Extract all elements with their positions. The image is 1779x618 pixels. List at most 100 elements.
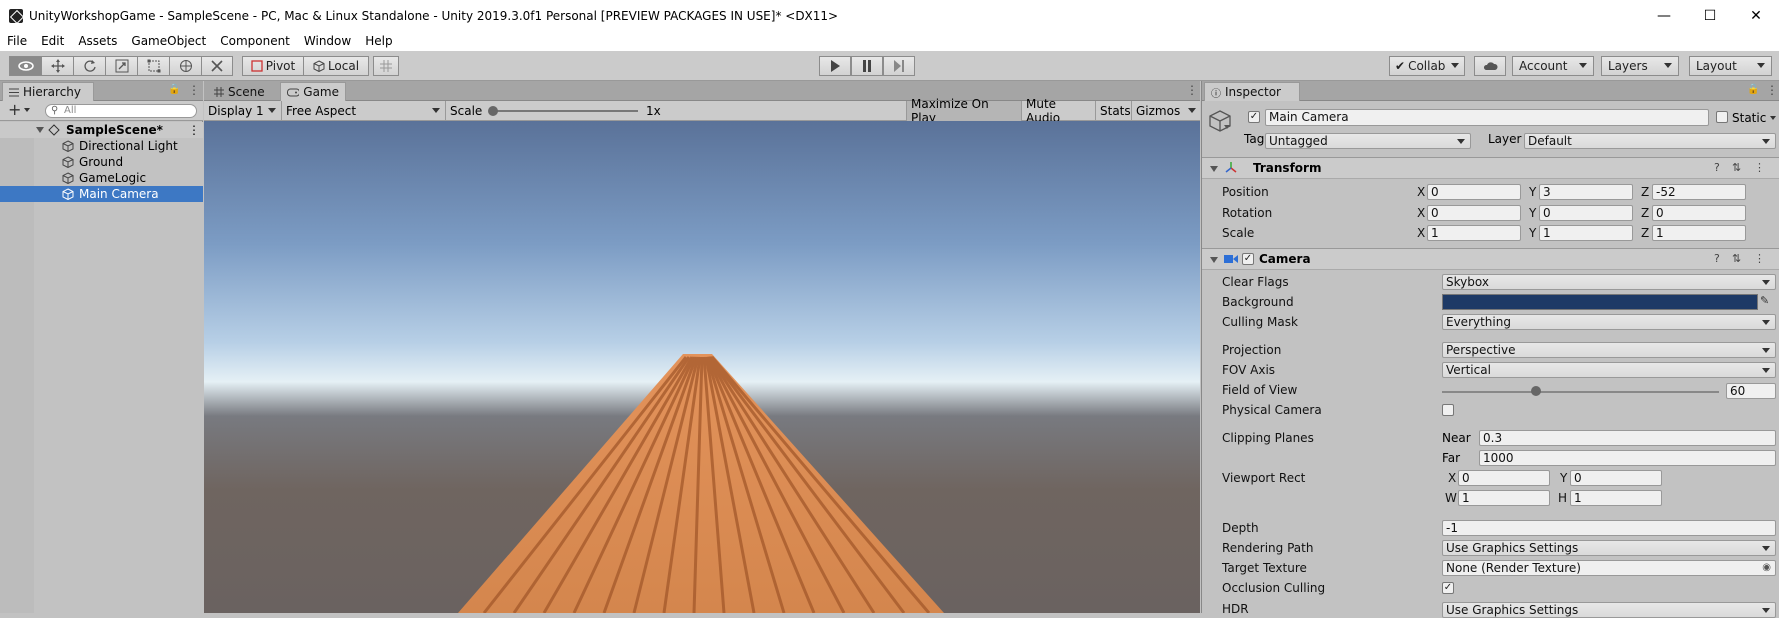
inspector-lock-icon[interactable]: 🔒 — [1747, 84, 1759, 95]
projection-dropdown[interactable]: Perspective — [1442, 342, 1776, 358]
fov-field[interactable]: 60 — [1726, 383, 1776, 399]
aspect-dropdown[interactable]: Free Aspect — [282, 101, 446, 121]
hdr-dropdown[interactable]: Use Graphics Settings — [1442, 602, 1776, 618]
camera-foldout-icon[interactable] — [1210, 257, 1218, 263]
close-button[interactable]: ✕ — [1733, 0, 1779, 31]
layout-dropdown[interactable]: Layout — [1689, 56, 1772, 76]
depth-field[interactable]: -1 — [1442, 520, 1776, 536]
far-field[interactable]: 1000 — [1479, 450, 1776, 466]
transform-tool-button[interactable] — [169, 56, 201, 76]
object-picker-icon[interactable]: ◉ — [1762, 561, 1771, 575]
presets-icon[interactable]: ⇅ — [1732, 252, 1741, 265]
menu-component[interactable]: Component — [213, 34, 297, 48]
cloud-button[interactable] — [1474, 56, 1506, 76]
play-button[interactable] — [819, 56, 851, 76]
move-tool-button[interactable] — [41, 56, 73, 76]
layer-dropdown[interactable]: Default — [1524, 133, 1776, 149]
eyedropper-icon[interactable]: ✎ — [1760, 294, 1769, 307]
scale-tool-button[interactable] — [105, 56, 137, 76]
target-texture-field[interactable]: None (Render Texture) ◉ — [1442, 560, 1776, 576]
gizmos-dropdown[interactable]: Gizmos — [1131, 101, 1200, 121]
viewport-h-field[interactable]: 1 — [1570, 490, 1662, 506]
near-field[interactable]: 0.3 — [1479, 430, 1776, 446]
rotation-x-field[interactable]: 0 — [1427, 205, 1521, 221]
mute-audio-toggle[interactable]: Mute Audio — [1021, 97, 1095, 125]
minimize-button[interactable]: — — [1641, 0, 1687, 31]
position-y-field[interactable]: 3 — [1539, 184, 1633, 200]
pause-button[interactable] — [851, 56, 883, 76]
custom-tool-button[interactable] — [201, 56, 233, 76]
position-z-field[interactable]: -52 — [1652, 184, 1746, 200]
menu-assets[interactable]: Assets — [71, 34, 124, 48]
menu-gameobject[interactable]: GameObject — [124, 34, 213, 48]
help-icon[interactable]: ? — [1714, 252, 1720, 265]
rotation-z-field[interactable]: 0 — [1652, 205, 1746, 221]
tab-game[interactable]: Game — [280, 82, 346, 101]
layers-dropdown[interactable]: Layers — [1601, 56, 1679, 76]
scale-slider-track[interactable] — [490, 110, 638, 112]
inspector-menu-icon[interactable]: ⋮ — [1766, 83, 1778, 97]
scale-slider-thumb[interactable] — [488, 106, 498, 116]
fov-axis-dropdown[interactable]: Vertical — [1442, 362, 1776, 378]
fov-slider-track[interactable] — [1442, 391, 1719, 393]
component-menu-icon[interactable]: ⋮ — [1754, 161, 1765, 174]
view-tool-button[interactable] — [9, 56, 41, 76]
account-dropdown[interactable]: Account — [1512, 56, 1594, 76]
transform-header[interactable]: Transform ? ⇅ ⋮ — [1202, 157, 1779, 179]
static-checkbox[interactable] — [1716, 111, 1728, 123]
object-name-field[interactable]: Main Camera — [1265, 109, 1709, 126]
maximize-button[interactable]: ☐ — [1687, 0, 1733, 31]
viewport-y-field[interactable]: 0 — [1570, 470, 1662, 486]
active-checkbox[interactable]: ✓ — [1248, 111, 1260, 123]
local-toggle[interactable]: Local — [303, 56, 369, 76]
scale-z-field[interactable]: 1 — [1652, 225, 1746, 241]
scene-menu-icon[interactable]: ⋮ — [188, 123, 200, 137]
help-icon[interactable]: ? — [1714, 161, 1720, 174]
rect-tool-button[interactable] — [137, 56, 169, 76]
scale-y-field[interactable]: 1 — [1539, 225, 1633, 241]
rendering-path-dropdown[interactable]: Use Graphics Settings — [1442, 540, 1776, 556]
physical-camera-checkbox[interactable] — [1442, 404, 1454, 416]
tab-scene[interactable]: Scene — [208, 82, 280, 101]
static-caret-icon[interactable] — [1770, 116, 1776, 120]
stats-toggle[interactable]: Stats — [1095, 101, 1131, 121]
component-menu-icon[interactable]: ⋮ — [1754, 252, 1765, 265]
tab-inspector[interactable]: ⓘ Inspector — [1204, 82, 1300, 101]
icon-picker-caret-icon[interactable] — [1224, 125, 1230, 129]
transform-foldout-icon[interactable] — [1210, 166, 1218, 172]
clear-flags-dropdown[interactable]: Skybox — [1442, 274, 1776, 290]
tab-hierarchy[interactable]: Hierarchy — [2, 82, 94, 101]
hierarchy-item[interactable]: Directional Light — [0, 138, 203, 154]
display-dropdown[interactable]: Display 1 — [204, 101, 282, 121]
background-color-field[interactable] — [1442, 294, 1758, 310]
camera-enabled-checkbox[interactable]: ✓ — [1242, 253, 1254, 265]
occlusion-culling-checkbox[interactable]: ✓ — [1442, 582, 1454, 594]
scale-x-field[interactable]: 1 — [1427, 225, 1521, 241]
pivot-toggle[interactable]: Pivot — [242, 56, 304, 76]
menu-window[interactable]: Window — [297, 34, 358, 48]
create-caret-icon[interactable] — [24, 108, 30, 112]
viewport-w-field[interactable]: 1 — [1458, 490, 1550, 506]
maximize-on-play-toggle[interactable]: Maximize On Play — [906, 97, 1021, 125]
presets-icon[interactable]: ⇅ — [1732, 161, 1741, 174]
game-viewport[interactable] — [204, 121, 1200, 613]
game-panel-menu-icon[interactable]: ⋮ — [1186, 83, 1198, 97]
rotate-tool-button[interactable] — [73, 56, 105, 76]
scene-row[interactable]: SampleScene* ⋮ — [0, 122, 203, 138]
viewport-x-field[interactable]: 0 — [1458, 470, 1550, 486]
snap-button[interactable] — [373, 56, 399, 76]
position-x-field[interactable]: 0 — [1427, 184, 1521, 200]
hierarchy-item[interactable]: GameLogic — [0, 170, 203, 186]
fov-slider-thumb[interactable] — [1531, 386, 1542, 396]
create-add-icon[interactable]: + — [8, 100, 21, 119]
camera-header[interactable]: ✓ Camera ? ⇅ ⋮ — [1202, 248, 1779, 270]
lock-icon[interactable]: 🔒 — [168, 84, 180, 95]
menu-help[interactable]: Help — [358, 34, 399, 48]
menu-edit[interactable]: Edit — [34, 34, 71, 48]
kebab-menu-icon[interactable]: ⋮ — [188, 83, 200, 97]
hierarchy-item[interactable]: Ground — [0, 154, 203, 170]
culling-mask-dropdown[interactable]: Everything — [1442, 314, 1776, 330]
tag-dropdown[interactable]: Untagged — [1265, 133, 1471, 149]
expand-arrow-icon[interactable] — [36, 127, 44, 133]
hierarchy-search-input[interactable]: ⚲ All — [45, 104, 197, 118]
